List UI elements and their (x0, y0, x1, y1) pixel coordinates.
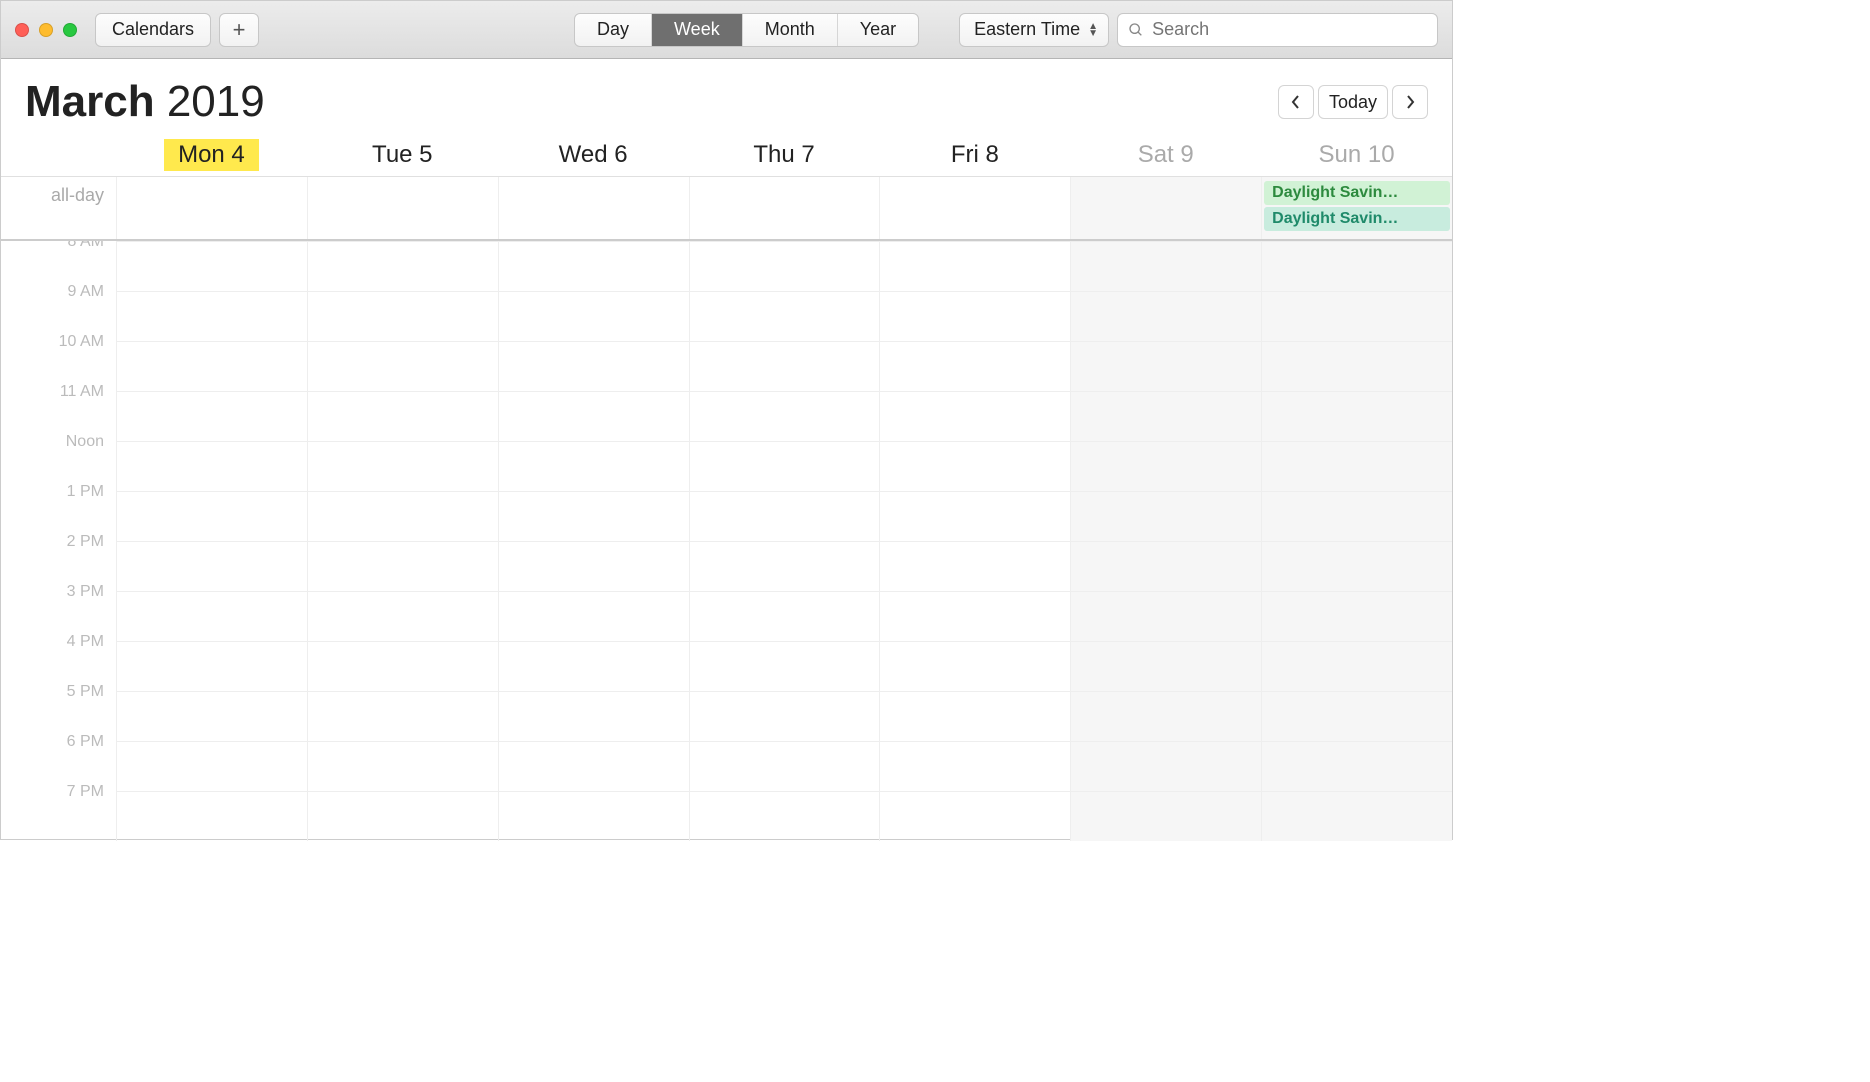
zoom-window-button[interactable] (63, 23, 77, 37)
day-header-label: Tue 5 (358, 139, 446, 171)
view-segmented-control: Day Week Month Year (574, 13, 919, 47)
day-header-label: Mon 4 (164, 139, 259, 171)
today-button[interactable]: Today (1318, 85, 1388, 119)
allday-cell[interactable]: Daylight Savin…Daylight Savin… (1261, 177, 1452, 239)
day-column[interactable] (879, 241, 1070, 841)
week-grid[interactable]: 8 AM9 AM10 AM11 AMNoon1 PM2 PM3 PM4 PM5 … (1, 241, 1452, 841)
allday-event[interactable]: Daylight Savin… (1264, 181, 1450, 205)
timezone-label: Eastern Time (974, 19, 1080, 40)
day-header[interactable]: Tue 5 (307, 139, 498, 171)
allday-row: all-day Daylight Savin…Daylight Savin… (1, 177, 1452, 241)
hour-label: 6 PM (1, 733, 116, 783)
updown-icon: ▲▼ (1088, 23, 1098, 37)
day-header-label: Sun 10 (1305, 139, 1409, 171)
view-week[interactable]: Week (651, 14, 742, 46)
window-controls (15, 23, 77, 37)
hour-label: 4 PM (1, 633, 116, 683)
day-headers: Mon 4 Tue 5 Wed 6 Thu 7 Fri 8 Sat 9 Sun 10 (1, 133, 1452, 177)
week-nav: Today (1278, 85, 1428, 119)
hour-label: 10 AM (1, 333, 116, 383)
page-title: March 2019 (25, 77, 265, 127)
view-month[interactable]: Month (742, 14, 837, 46)
title-year: 2019 (167, 77, 265, 126)
allday-cell[interactable] (689, 177, 880, 239)
hour-label: 8 AM (1, 241, 116, 283)
day-header-label: Thu 7 (739, 139, 828, 171)
search-input[interactable] (1152, 19, 1427, 40)
chevron-right-icon (1404, 95, 1416, 109)
search-icon (1128, 22, 1144, 38)
allday-cell[interactable] (307, 177, 498, 239)
day-header[interactable]: Sun 10 (1261, 139, 1452, 171)
calendars-button[interactable]: Calendars (95, 13, 211, 47)
day-column[interactable] (1070, 241, 1261, 841)
plus-icon: + (233, 17, 246, 43)
hour-label: 7 PM (1, 783, 116, 833)
hour-label: 11 AM (1, 383, 116, 433)
time-gutter: 8 AM9 AM10 AM11 AMNoon1 PM2 PM3 PM4 PM5 … (1, 241, 116, 841)
timezone-select[interactable]: Eastern Time ▲▼ (959, 13, 1109, 47)
title-month: March (25, 77, 155, 126)
day-header[interactable]: Fri 8 (879, 139, 1070, 171)
day-header[interactable]: Mon 4 (116, 139, 307, 171)
hour-label: 2 PM (1, 533, 116, 583)
chevron-left-icon (1290, 95, 1302, 109)
minimize-window-button[interactable] (39, 23, 53, 37)
day-column[interactable] (1261, 241, 1452, 841)
allday-cell[interactable] (879, 177, 1070, 239)
allday-cell[interactable] (498, 177, 689, 239)
day-header-label: Sat 9 (1124, 139, 1208, 171)
allday-event[interactable]: Daylight Savin… (1264, 207, 1450, 231)
day-column[interactable] (307, 241, 498, 841)
hour-label: 5 PM (1, 683, 116, 733)
day-column[interactable] (116, 241, 307, 841)
view-year[interactable]: Year (837, 14, 918, 46)
hour-label: Noon (1, 433, 116, 483)
view-day[interactable]: Day (575, 14, 651, 46)
day-column[interactable] (689, 241, 880, 841)
day-header[interactable]: Thu 7 (689, 139, 880, 171)
day-header-label: Wed 6 (545, 139, 642, 171)
search-field[interactable] (1117, 13, 1438, 47)
allday-cell[interactable] (1070, 177, 1261, 239)
header: March 2019 Today (1, 59, 1452, 133)
day-header-label: Fri 8 (937, 139, 1013, 171)
hour-label: 1 PM (1, 483, 116, 533)
allday-label: all-day (1, 177, 116, 239)
hour-label: 3 PM (1, 583, 116, 633)
close-window-button[interactable] (15, 23, 29, 37)
day-header[interactable]: Sat 9 (1070, 139, 1261, 171)
next-week-button[interactable] (1392, 85, 1428, 119)
titlebar: Calendars + Day Week Month Year Eastern … (1, 1, 1452, 59)
day-header[interactable]: Wed 6 (498, 139, 689, 171)
allday-cell[interactable] (116, 177, 307, 239)
day-column[interactable] (498, 241, 689, 841)
hour-label: 9 AM (1, 283, 116, 333)
add-event-button[interactable]: + (219, 13, 259, 47)
prev-week-button[interactable] (1278, 85, 1314, 119)
